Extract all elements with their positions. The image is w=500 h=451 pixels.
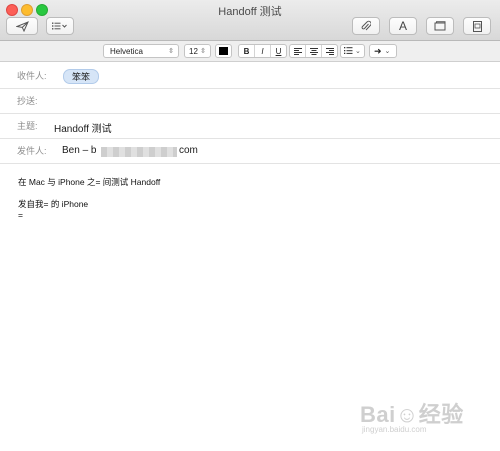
- window-icon: [434, 21, 446, 31]
- header-fields-button[interactable]: [46, 17, 74, 35]
- body-line: 在 Mac 与 iPhone 之= 间测试 Handoff: [18, 177, 161, 187]
- watermark: Bai☺经验 jingyan.baidu.com: [360, 397, 478, 437]
- message-body[interactable]: 在 Mac 与 iPhone 之= 间测试 Handoff 发自我= 的 iPh…: [18, 177, 478, 221]
- font-size-value: 12: [189, 46, 198, 56]
- send-button[interactable]: [6, 17, 38, 35]
- italic-button[interactable]: I: [255, 45, 271, 57]
- to-label: 收件人:: [17, 71, 47, 81]
- indent-select[interactable]: ➜ ⌄: [369, 44, 397, 58]
- color-swatch: [219, 47, 228, 55]
- alignment-segment: [289, 44, 338, 58]
- paper-plane-icon: [15, 20, 29, 32]
- font-size-select[interactable]: 12 ⇳: [184, 44, 211, 58]
- subject-label: 主题:: [17, 121, 38, 131]
- recipient-token[interactable]: 笨笨: [63, 69, 100, 84]
- align-left-icon[interactable]: [290, 45, 306, 57]
- align-right-icon[interactable]: [322, 45, 337, 57]
- subject-value[interactable]: Handoff 测试: [54, 120, 112, 135]
- bold-button[interactable]: B: [239, 45, 255, 57]
- subject-field[interactable]: 主题: Handoff 测试: [0, 114, 500, 139]
- align-center-icon[interactable]: [306, 45, 322, 57]
- font-family-value: Helvetica: [110, 46, 143, 56]
- attach-button[interactable]: [352, 17, 380, 35]
- body-line: 发自我= 的 iPhone: [18, 199, 89, 209]
- stationery-button[interactable]: [426, 17, 454, 35]
- format-bar: Helvetica ⇳ 12 ⇳ B I U ⌄ ➜ ⌄: [0, 41, 500, 62]
- font-family-select[interactable]: Helvetica ⇳: [103, 44, 179, 58]
- list-icon: [52, 22, 68, 30]
- compose-window: Handoff 测试 A Helvetica ⇳ 12 ⇳ B I U ⌄ ➜ …: [0, 0, 500, 451]
- bullet-list-icon: [341, 46, 353, 56]
- to-field[interactable]: 收件人: 笨笨: [0, 64, 500, 89]
- redacted-email-blur: [101, 147, 177, 157]
- list-style-select[interactable]: ⌄: [340, 44, 365, 58]
- window-title: Handoff 测试: [218, 6, 282, 18]
- paperclip-icon: [361, 20, 371, 32]
- text-color-button[interactable]: [215, 44, 232, 58]
- cc-label: 抄送:: [17, 96, 38, 106]
- from-field[interactable]: 发件人: Ben – b com: [0, 139, 500, 164]
- watermark-site: jingyan.baidu.com: [362, 425, 427, 434]
- cc-field[interactable]: 抄送:: [0, 89, 500, 114]
- chevron-down-icon: ⌄: [384, 48, 391, 55]
- from-value-suffix: com: [179, 145, 198, 156]
- underline-button[interactable]: U: [271, 45, 286, 57]
- text-style-segment: B I U: [238, 44, 287, 58]
- from-value-prefix[interactable]: Ben – b: [62, 145, 96, 156]
- body-line: =: [18, 210, 23, 220]
- stepper-icon: ⇳: [168, 48, 174, 55]
- stepper-icon: ⇳: [200, 48, 206, 55]
- arrow-right-icon: ➜: [374, 45, 382, 56]
- from-label: 发件人:: [17, 146, 47, 156]
- chevron-down-icon: ⌄: [355, 48, 361, 55]
- fonts-button[interactable]: A: [389, 17, 417, 35]
- photo-icon: [472, 20, 482, 32]
- photo-browser-button[interactable]: [463, 17, 491, 35]
- title-bar: Handoff 测试 A: [0, 0, 500, 41]
